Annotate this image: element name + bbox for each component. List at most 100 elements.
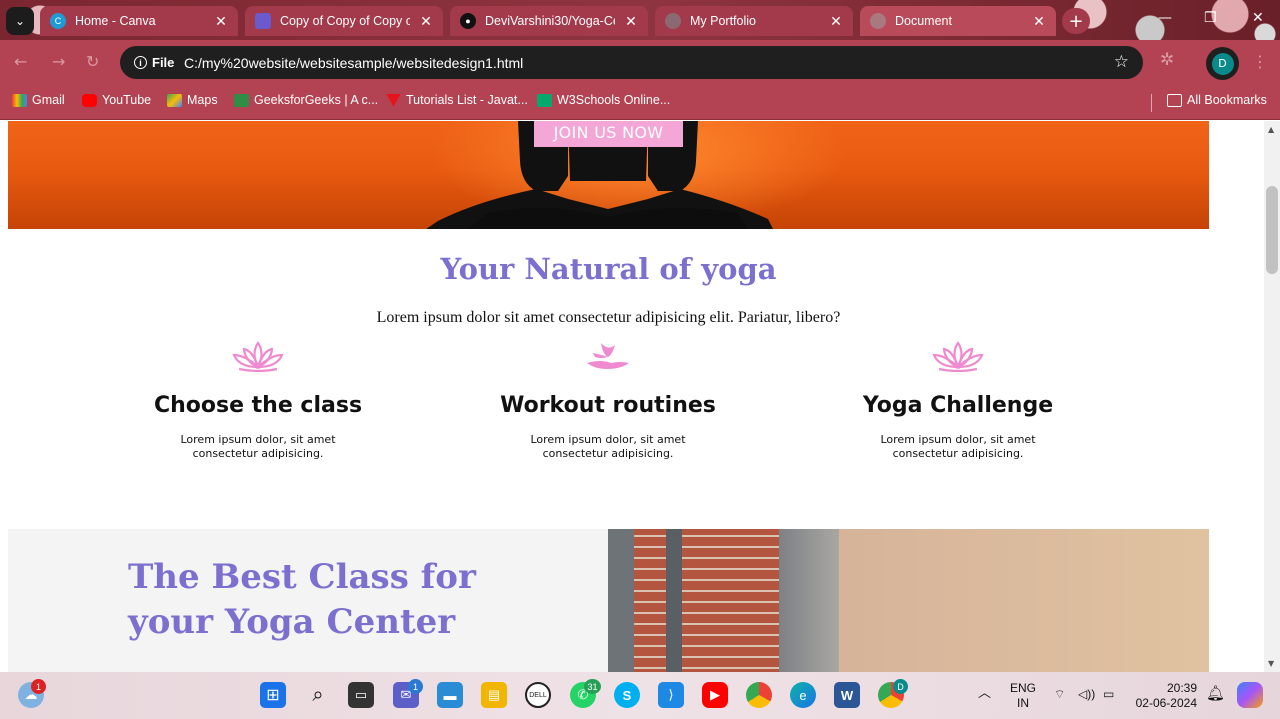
- feature-card: Choose the class Lorem ipsum dolor, sit …: [108, 339, 408, 461]
- info-icon: i: [134, 56, 147, 69]
- skype-icon[interactable]: S: [614, 682, 640, 708]
- edge-icon[interactable]: e: [790, 682, 816, 708]
- site-info-chip[interactable]: i File: [126, 51, 182, 74]
- forward-icon[interactable]: →: [52, 52, 65, 71]
- language-code: ENG: [1010, 681, 1037, 695]
- windows-start-icon[interactable]: ⊞: [260, 682, 286, 708]
- w3schools-icon: [537, 93, 552, 107]
- best-class-section: The Best Class for your Yoga Center: [8, 529, 1209, 672]
- tab-search-button[interactable]: ⌄: [6, 7, 34, 35]
- file-explorer-icon[interactable]: ▤: [481, 682, 507, 708]
- close-icon[interactable]: ✕: [829, 13, 843, 30]
- javatpoint-icon: [386, 93, 401, 107]
- desktop-icon[interactable]: ▬: [437, 682, 463, 708]
- back-icon[interactable]: ←: [14, 52, 27, 71]
- close-icon[interactable]: ✕: [624, 13, 638, 30]
- tab-canva-copy[interactable]: Copy of Copy of Copy of ✕: [245, 6, 443, 36]
- tab-title: Copy of Copy of Copy of: [280, 14, 410, 28]
- site-info-label: File: [152, 55, 175, 70]
- tab-document[interactable]: Document ✕: [860, 6, 1056, 36]
- tab-canva-home[interactable]: C Home - Canva ✕: [40, 6, 238, 36]
- volume-icon[interactable]: ◁)): [1078, 687, 1095, 702]
- bookmark-gmail[interactable]: Gmail: [12, 93, 65, 107]
- bookmark-label: Tutorials List - Javat...: [406, 93, 528, 107]
- battery-icon[interactable]: ▭: [1103, 687, 1114, 702]
- all-bookmarks-label: All Bookmarks: [1187, 93, 1267, 107]
- close-icon[interactable]: ✕: [214, 13, 228, 30]
- feature-text: Lorem ipsum dolor, sit amet consectetur …: [880, 433, 1036, 460]
- yoga-studio-photo: [608, 529, 1209, 672]
- new-tab-button[interactable]: +: [1062, 8, 1090, 34]
- tab-github[interactable]: ● DeviVarshini30/Yoga-Cen ✕: [450, 6, 648, 36]
- feature-text: Lorem ipsum dolor, sit amet consectetur …: [180, 433, 336, 460]
- tab-portfolio[interactable]: My Portfolio ✕: [655, 6, 853, 36]
- bookmark-gfg[interactable]: GeeksforGeeks | A c...: [234, 93, 378, 107]
- hand-lotus-icon: [587, 343, 629, 369]
- page-scrollbar[interactable]: ▲ ▼: [1264, 121, 1280, 672]
- window-frame: [779, 529, 839, 672]
- all-bookmarks[interactable]: All Bookmarks: [1167, 93, 1267, 107]
- gfg-icon: [234, 93, 249, 107]
- canva-doc-icon: [255, 13, 271, 29]
- extensions-icon[interactable]: ✲: [1160, 50, 1174, 70]
- feature-title: Workout routines: [500, 393, 716, 418]
- youtube-icon: [82, 93, 97, 107]
- vscode-icon[interactable]: ⟩: [658, 682, 684, 708]
- hero-banner: JOIN US NOW: [8, 121, 1209, 229]
- bookmark-javatpoint[interactable]: Tutorials List - Javat...: [386, 93, 528, 107]
- chrome-profile-badge: D: [893, 679, 908, 694]
- bookmark-star-icon[interactable]: ☆: [1114, 52, 1129, 72]
- url-text[interactable]: C:/my%20website/websitesample/websitedes…: [184, 55, 523, 71]
- weather-badge: 1: [31, 679, 46, 694]
- search-icon[interactable]: ⌕: [305, 682, 331, 708]
- region-code: IN: [1017, 696, 1029, 710]
- close-icon[interactable]: ✕: [419, 13, 433, 30]
- notification-bell-icon[interactable]: 🔔︎: [1206, 686, 1225, 701]
- youtube-app-icon[interactable]: ▶: [702, 682, 728, 708]
- tab-title: My Portfolio: [690, 14, 756, 28]
- window-frame: [666, 529, 682, 672]
- chrome-icon[interactable]: [746, 682, 772, 708]
- show-hidden-icons[interactable]: ︿: [978, 685, 991, 700]
- bookmark-youtube[interactable]: YouTube: [82, 93, 151, 107]
- menu-icon[interactable]: ⋮: [1252, 52, 1268, 71]
- close-icon[interactable]: ✕: [1032, 13, 1046, 30]
- tab-title: Home - Canva: [75, 14, 156, 28]
- globe-icon: [665, 13, 681, 29]
- bookmark-maps[interactable]: Maps: [167, 93, 218, 107]
- reload-icon[interactable]: ↻: [86, 52, 99, 71]
- scroll-up-icon[interactable]: ▲: [1268, 125, 1274, 134]
- profile-button[interactable]: D: [1206, 47, 1239, 80]
- clock[interactable]: 20:39 02-06-2024: [1133, 681, 1197, 711]
- tab-title: DeviVarshini30/Yoga-Cen: [485, 14, 615, 28]
- bookmark-label: Gmail: [32, 93, 65, 107]
- window-close-icon[interactable]: ✕: [1252, 10, 1264, 26]
- word-icon[interactable]: W: [834, 682, 860, 708]
- lotus-icon: [232, 341, 284, 373]
- language-indicator[interactable]: ENG IN: [1010, 681, 1036, 711]
- bookmark-label: W3Schools Online...: [557, 93, 671, 107]
- feature-title: Choose the class: [153, 393, 363, 418]
- scroll-thumb[interactable]: [1266, 186, 1278, 274]
- join-us-button[interactable]: JOIN US NOW: [534, 121, 683, 147]
- teams-badge: 1: [408, 679, 423, 694]
- bookmark-w3schools[interactable]: W3Schools Online...: [537, 93, 670, 107]
- task-view-icon[interactable]: ▭: [348, 682, 374, 708]
- brick-wall: [634, 529, 779, 672]
- lotus-icon: [932, 341, 984, 373]
- taskbar: ☁ 1 ⊞ ⌕ ▭ ✉ 1 ▬ ▤ DELL ✆ 31 S ⟩ ▶ e W D …: [0, 672, 1280, 719]
- minimize-icon[interactable]: —: [1158, 10, 1172, 26]
- wifi-icon[interactable]: ⌔: [1054, 687, 1065, 702]
- github-icon: ●: [460, 13, 476, 29]
- copilot-icon[interactable]: [1237, 682, 1263, 708]
- section-title: Your Natural of yoga: [440, 252, 777, 286]
- feature-card: Workout routines Lorem ipsum dolor, sit …: [458, 339, 758, 461]
- scroll-down-icon[interactable]: ▼: [1268, 659, 1274, 668]
- address-bar[interactable]: i File C:/my%20website/websitesample/web…: [120, 46, 1143, 79]
- page-viewport: JOIN US NOW Your Natural of yoga Lorem i…: [0, 121, 1264, 672]
- clock-date: 02-06-2024: [1135, 696, 1197, 710]
- best-class-title: The Best Class for your Yoga Center: [128, 557, 476, 642]
- tab-strip: ⌄ C Home - Canva ✕ Copy of Copy of Copy …: [0, 0, 1280, 40]
- dell-icon[interactable]: DELL: [525, 682, 551, 708]
- restore-icon[interactable]: ❐: [1204, 10, 1217, 26]
